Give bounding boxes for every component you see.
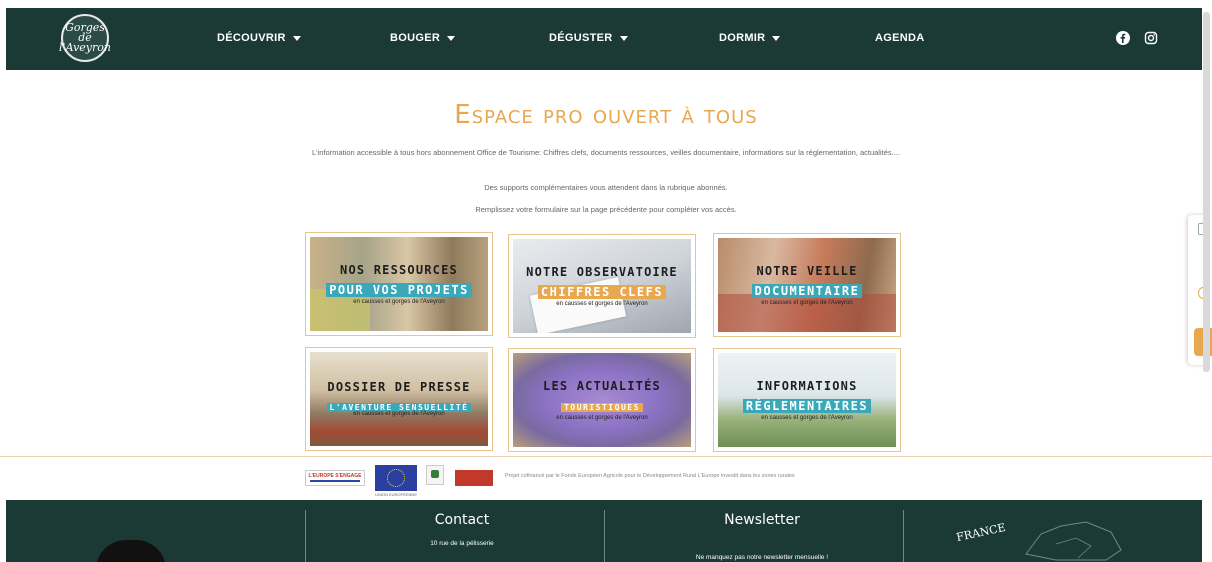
caret-down-icon (447, 35, 456, 41)
eu-caption: UNION EUROPÉENNE (374, 492, 417, 497)
site-logo[interactable]: Gorges de l'Aveyron (59, 14, 111, 62)
tile-title: INFORMATIONS (756, 379, 858, 394)
nav-label: BOUGER (390, 32, 441, 44)
tile-subtitle: DOCUMENTAIRE (751, 284, 863, 299)
nav-label: DÉGUSTER (549, 32, 613, 44)
tile-title: DOSSIER DE PRESSE (327, 380, 471, 395)
tile-subtitle: CHIFFRES CLEFS (537, 285, 667, 300)
nav-dormir[interactable]: DORMIR (719, 32, 781, 44)
france-map-label: FRANCE (955, 520, 1007, 545)
tile-title: LES ACTUALITÉS (543, 379, 661, 394)
footer-divider (903, 510, 904, 562)
nav-deguster[interactable]: DÉGUSTER (549, 32, 628, 44)
tile-caption: en causses et gorges de l'Aveyron (556, 301, 648, 308)
instagram-icon[interactable] (1144, 31, 1158, 45)
tile-subtitle: POUR VOS PROJETS (326, 283, 472, 298)
contact-heading: Contact (434, 512, 490, 528)
tile-subtitle: TOURISTIQUES (561, 403, 643, 413)
nav-decouvrir[interactable]: DÉCOUVRIR (217, 32, 301, 44)
footer-logo-badge (96, 540, 166, 562)
tile-image: DOSSIER DE PRESSE L'AVENTURE SENSUELLITÉ… (310, 352, 488, 446)
tile-caption: en causses et gorges de l'Aveyron (761, 415, 853, 422)
tile-image: NOTRE VEILLE DOCUMENTAIRE en causses et … (718, 238, 896, 332)
tile-image: INFORMATIONS RÉGLEMENTAIRES en causses e… (718, 353, 896, 447)
tile-informations[interactable]: INFORMATIONS RÉGLEMENTAIRES en causses e… (713, 348, 901, 452)
caret-down-icon (292, 35, 301, 41)
tile-observatoire[interactable]: NOTRE OBSERVATOIRE CHIFFRES CLEFS en cau… (508, 234, 696, 338)
facebook-icon[interactable] (1116, 31, 1130, 45)
scrollbar[interactable] (1203, 12, 1210, 372)
tile-caption: en causses et gorges de l'Aveyron (556, 415, 648, 422)
tile-subtitle: RÉGLEMENTAIRES (742, 399, 872, 414)
tile-veille[interactable]: NOTRE VEILLE DOCUMENTAIRE en causses et … (713, 233, 901, 337)
tile-caption: en causses et gorges de l'Aveyron (761, 300, 853, 307)
intro-paragraph-1: L'information accessible à tous hors abo… (312, 148, 900, 157)
top-navigation-bar: Gorges de l'Aveyron DÉCOUVRIR BOUGER DÉG… (6, 8, 1202, 70)
partners-text: Projet cofinancé par le Fonds Européen A… (505, 473, 795, 479)
newsletter-heading: Newsletter (724, 512, 800, 528)
tile-title: NOTRE OBSERVATOIRE (526, 265, 678, 280)
tile-actualites[interactable]: LES ACTUALITÉS TOURISTIQUES en causses e… (508, 348, 696, 452)
nav-agenda[interactable]: AGENDA (875, 32, 924, 44)
caret-down-icon (772, 35, 781, 41)
france-map-icon (1025, 521, 1122, 561)
footer-divider (604, 510, 605, 562)
tile-ressources[interactable]: NOS RESSOURCES POUR VOS PROJETS en causs… (305, 232, 493, 336)
tile-title: NOTRE VEILLE (756, 264, 858, 279)
nav-bouger[interactable]: BOUGER (390, 32, 456, 44)
europe-logo-text: L'EUROPE S'ENGAGE (308, 473, 362, 479)
intro-paragraph-2: Des supports complémentaires vous attend… (484, 183, 728, 192)
newsletter-text: Ne manquez pas notre newsletter mensuell… (695, 554, 829, 561)
tile-presse[interactable]: DOSSIER DE PRESSE L'AVENTURE SENSUELLITÉ… (305, 347, 493, 451)
footer: Contact 10 rue de la pélisserie Newslett… (6, 500, 1202, 562)
tile-caption: en causses et gorges de l'Aveyron (353, 299, 445, 306)
eu-flag-logo (375, 465, 417, 491)
europe-logo: L'EUROPE S'ENGAGE (305, 470, 365, 486)
nav-label: DORMIR (719, 32, 766, 44)
intro-paragraph-3: Remplissez votre formulaire sur la page … (475, 205, 737, 214)
caret-down-icon (619, 35, 628, 41)
nav-label: DÉCOUVRIR (217, 32, 286, 44)
tile-image: LES ACTUALITÉS TOURISTIQUES en causses e… (513, 353, 691, 447)
tile-caption: en causses et gorges de l'Aveyron (353, 411, 445, 418)
contact-address: 10 rue de la pélisserie (430, 540, 494, 547)
tile-image: NOTRE OBSERVATOIRE CHIFFRES CLEFS en cau… (513, 239, 691, 333)
tile-image: NOS RESSOURCES POUR VOS PROJETS en causs… (310, 237, 488, 331)
region-logo (455, 470, 493, 486)
leader-logo (426, 465, 444, 485)
footer-divider (305, 510, 306, 562)
tile-title: NOS RESSOURCES (340, 263, 458, 278)
page-title: Espace pro ouvert à tous (454, 100, 758, 130)
nav-label: AGENDA (875, 32, 925, 44)
section-divider (0, 456, 1212, 457)
